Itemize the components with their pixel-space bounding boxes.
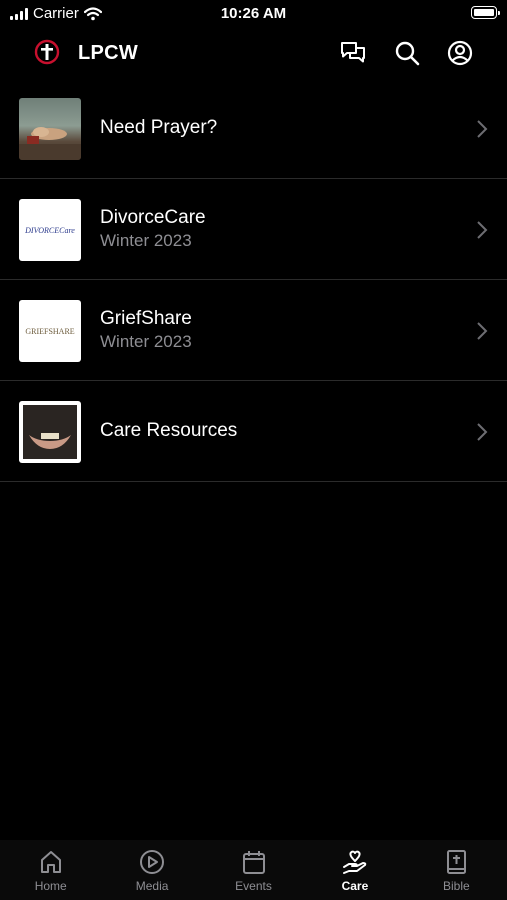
tab-label: Care [341, 879, 369, 893]
list-item-title: Care Resources [100, 420, 238, 441]
tab-bar: Home Media Events Care Bible [0, 840, 507, 900]
tab-events[interactable]: Events [203, 840, 304, 900]
list-item-title: DivorceCare [100, 207, 206, 228]
chevron-right-icon [477, 120, 488, 138]
tab-label: Bible [442, 879, 470, 893]
griefshare-logo-text: GRIEFSHARE [25, 326, 75, 336]
list-item-title: GriefShare [100, 308, 192, 329]
tab-label: Home [34, 879, 67, 893]
calendar-icon [242, 851, 265, 874]
battery-icon [471, 6, 500, 19]
play-icon [140, 850, 165, 874]
list-item-need-prayer[interactable]: Need Prayer? [0, 78, 507, 179]
app-title: LPCW [78, 42, 139, 64]
tab-label: Media [135, 879, 169, 893]
list-item-subtitle: Winter 2023 [100, 231, 192, 250]
home-icon [40, 851, 61, 873]
chevron-right-icon [477, 423, 488, 441]
cupped-hands-photo [19, 401, 81, 463]
divorcecare-logo: DIVORCECare [19, 199, 81, 261]
tab-media[interactable]: Media [101, 840, 202, 900]
chevron-right-icon [477, 322, 488, 340]
griefshare-logo: GRIEFSHARE [19, 300, 81, 362]
app-header: LPCW [0, 30, 507, 76]
messages-icon[interactable] [339, 39, 367, 67]
profile-icon[interactable] [446, 39, 474, 67]
tab-bible[interactable]: Bible [406, 840, 507, 900]
tab-care[interactable]: Care [304, 840, 405, 900]
divorcecare-logo-text: DIVORCECare [25, 225, 75, 235]
tab-label: Events [235, 879, 272, 893]
list-item-title: Need Prayer? [100, 117, 218, 138]
search-icon[interactable] [393, 39, 421, 67]
bible-icon [447, 850, 467, 874]
list-item-care-resources[interactable]: Care Resources [0, 381, 507, 482]
list-item-griefshare[interactable]: GRIEFSHARE GriefShare Winter 2023 [0, 280, 507, 381]
tab-home[interactable]: Home [0, 840, 101, 900]
church-logo-icon [34, 39, 60, 65]
chevron-right-icon [477, 221, 488, 239]
list-item-divorcecare[interactable]: DIVORCECare DivorceCare Winter 2023 [0, 179, 507, 280]
care-list: Need Prayer? DIVORCECare DivorceCare Win… [0, 78, 507, 482]
list-item-subtitle: Winter 2023 [100, 332, 192, 351]
care-hand-heart-icon [342, 850, 367, 874]
praying-hands-photo [19, 98, 81, 160]
status-time: 10:26 AM [220, 5, 287, 22]
status-bar: Carrier 10:26 AM [0, 0, 507, 30]
